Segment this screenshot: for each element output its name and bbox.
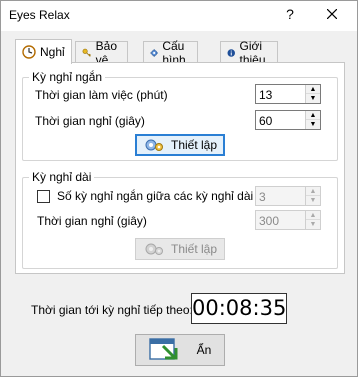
long-break-time-spinner[interactable]: 300 ▲ ▼ — [255, 210, 321, 230]
long-break-time-value: 300 — [259, 214, 280, 228]
tab-label: Nghỉ — [40, 45, 65, 59]
spin-up-icon[interactable]: ▲ — [306, 85, 320, 94]
help-button[interactable]: ? — [273, 3, 307, 27]
long-break-time-arrows[interactable]: ▲ ▼ — [305, 211, 320, 229]
work-time-value: 13 — [259, 88, 273, 102]
spin-up-icon[interactable]: ▲ — [306, 211, 320, 220]
short-break-time-arrows[interactable]: ▲ ▼ — [305, 111, 320, 129]
settings-gear-icon — [145, 243, 163, 255]
spin-down-icon[interactable]: ▼ — [306, 94, 320, 103]
next-break-label: Thời gian tới kỳ nghỉ tiếp theo: — [31, 303, 193, 317]
work-time-spinner[interactable]: 13 ▲ ▼ — [255, 84, 321, 104]
gear-icon — [150, 48, 159, 57]
info-icon — [227, 48, 236, 57]
key-icon — [82, 48, 91, 57]
short-break-apply-label: Thiết lập — [170, 138, 218, 152]
long-break-group: Kỳ nghỉ dài Số kỳ nghỉ ngắn giữa các kỳ … — [22, 170, 338, 269]
short-break-legend: Kỳ nghỉ ngắn — [29, 70, 106, 84]
countdown-display: 00:08:35 — [191, 293, 287, 324]
tab-break[interactable]: Nghỉ — [15, 39, 72, 64]
short-break-apply-button[interactable]: Thiết lập — [135, 134, 225, 156]
work-time-label: Thời gian làm việc (phút) — [35, 88, 168, 102]
close-button[interactable] — [315, 3, 349, 27]
long-break-count-spinner[interactable]: 3 ▲ ▼ — [255, 186, 321, 206]
long-break-time-label: Thời gian nghỉ (giây) — [37, 214, 147, 228]
short-break-group: Kỳ nghỉ ngắn Thời gian làm việc (phút) 1… — [22, 70, 338, 161]
long-break-checkbox[interactable] — [37, 190, 50, 203]
spin-down-icon[interactable]: ▼ — [306, 220, 320, 229]
work-time-arrows[interactable]: ▲ ▼ — [305, 85, 320, 103]
short-break-time-label: Thời gian nghỉ (giây) — [35, 114, 145, 128]
long-break-apply-button[interactable]: Thiết lập — [135, 238, 225, 260]
long-break-count-value: 3 — [259, 190, 266, 204]
short-break-time-value: 60 — [259, 114, 273, 128]
hide-button[interactable]: Ẩn — [135, 334, 225, 366]
long-break-count-label: Số kỳ nghỉ ngắn giữa các kỳ nghỉ dài — [57, 189, 254, 203]
minimize-window-icon — [148, 338, 178, 360]
window-title: Eyes Relax — [9, 8, 70, 22]
spin-down-icon[interactable]: ▼ — [306, 196, 320, 205]
long-break-legend: Kỳ nghỉ dài — [29, 170, 95, 184]
title-bar: Eyes Relax ? — [1, 1, 357, 31]
spin-down-icon[interactable]: ▼ — [306, 120, 320, 129]
hide-button-label: Ẩn — [196, 343, 212, 357]
tab-about[interactable]: Giới thiệu — [220, 39, 279, 67]
tab-panel-break: Kỳ nghỉ ngắn Thời gian làm việc (phút) 1… — [15, 62, 345, 274]
spin-up-icon[interactable]: ▲ — [306, 111, 320, 120]
spin-up-icon[interactable]: ▲ — [306, 187, 320, 196]
close-icon — [326, 8, 338, 20]
long-break-count-arrows[interactable]: ▲ ▼ — [305, 187, 320, 205]
short-break-time-spinner[interactable]: 60 ▲ ▼ — [255, 110, 321, 130]
tab-protect[interactable]: Bảo vệ — [75, 39, 129, 67]
eyes-relax-window: Eyes Relax ? Nghỉ Bảo vệ Cấu hình Giới t… — [0, 0, 358, 377]
long-break-apply-label: Thiết lập — [170, 242, 218, 256]
settings-gear-icon — [145, 139, 163, 151]
tab-config[interactable]: Cấu hình — [143, 39, 199, 67]
clock-icon — [22, 45, 36, 59]
